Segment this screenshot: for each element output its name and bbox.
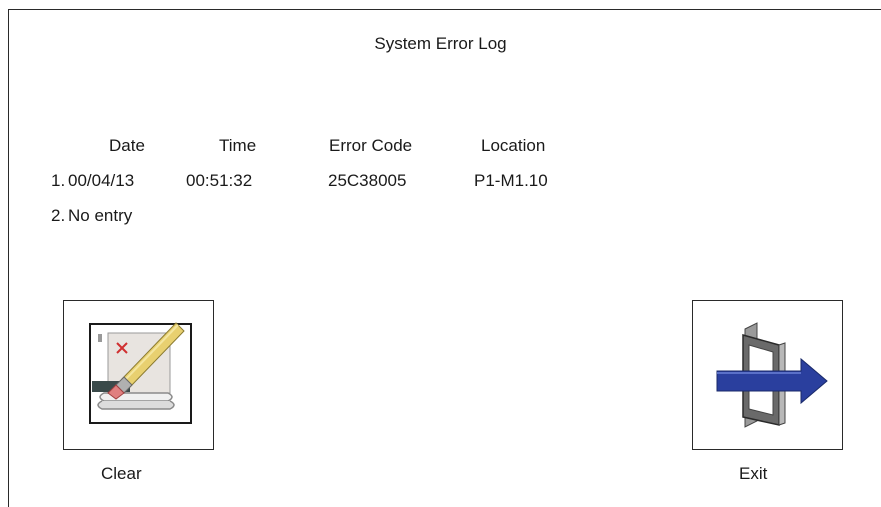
row-date: 00/04/13 bbox=[68, 171, 135, 190]
row-time: 00:51:32 bbox=[186, 171, 253, 190]
row-error-code: 25C38005 bbox=[328, 171, 407, 190]
column-header-location: Location bbox=[481, 136, 546, 155]
row-index: 1. bbox=[51, 171, 66, 190]
clear-button-label[interactable]: Clear bbox=[101, 464, 142, 484]
row-empty-text: No entry bbox=[68, 206, 133, 225]
clear-button[interactable] bbox=[63, 300, 214, 450]
exit-door-icon bbox=[716, 322, 828, 428]
column-header-date: Date bbox=[109, 136, 145, 155]
row-index: 2. bbox=[51, 206, 66, 225]
column-header-time: Time bbox=[219, 136, 257, 155]
column-header-error-code: Error Code bbox=[329, 136, 413, 155]
clear-log-icon bbox=[89, 322, 192, 424]
exit-button[interactable] bbox=[692, 300, 843, 450]
exit-button-label[interactable]: Exit bbox=[739, 464, 767, 484]
page-title: System Error Log bbox=[374, 34, 507, 53]
row-location: P1-M1.10 bbox=[474, 171, 548, 190]
